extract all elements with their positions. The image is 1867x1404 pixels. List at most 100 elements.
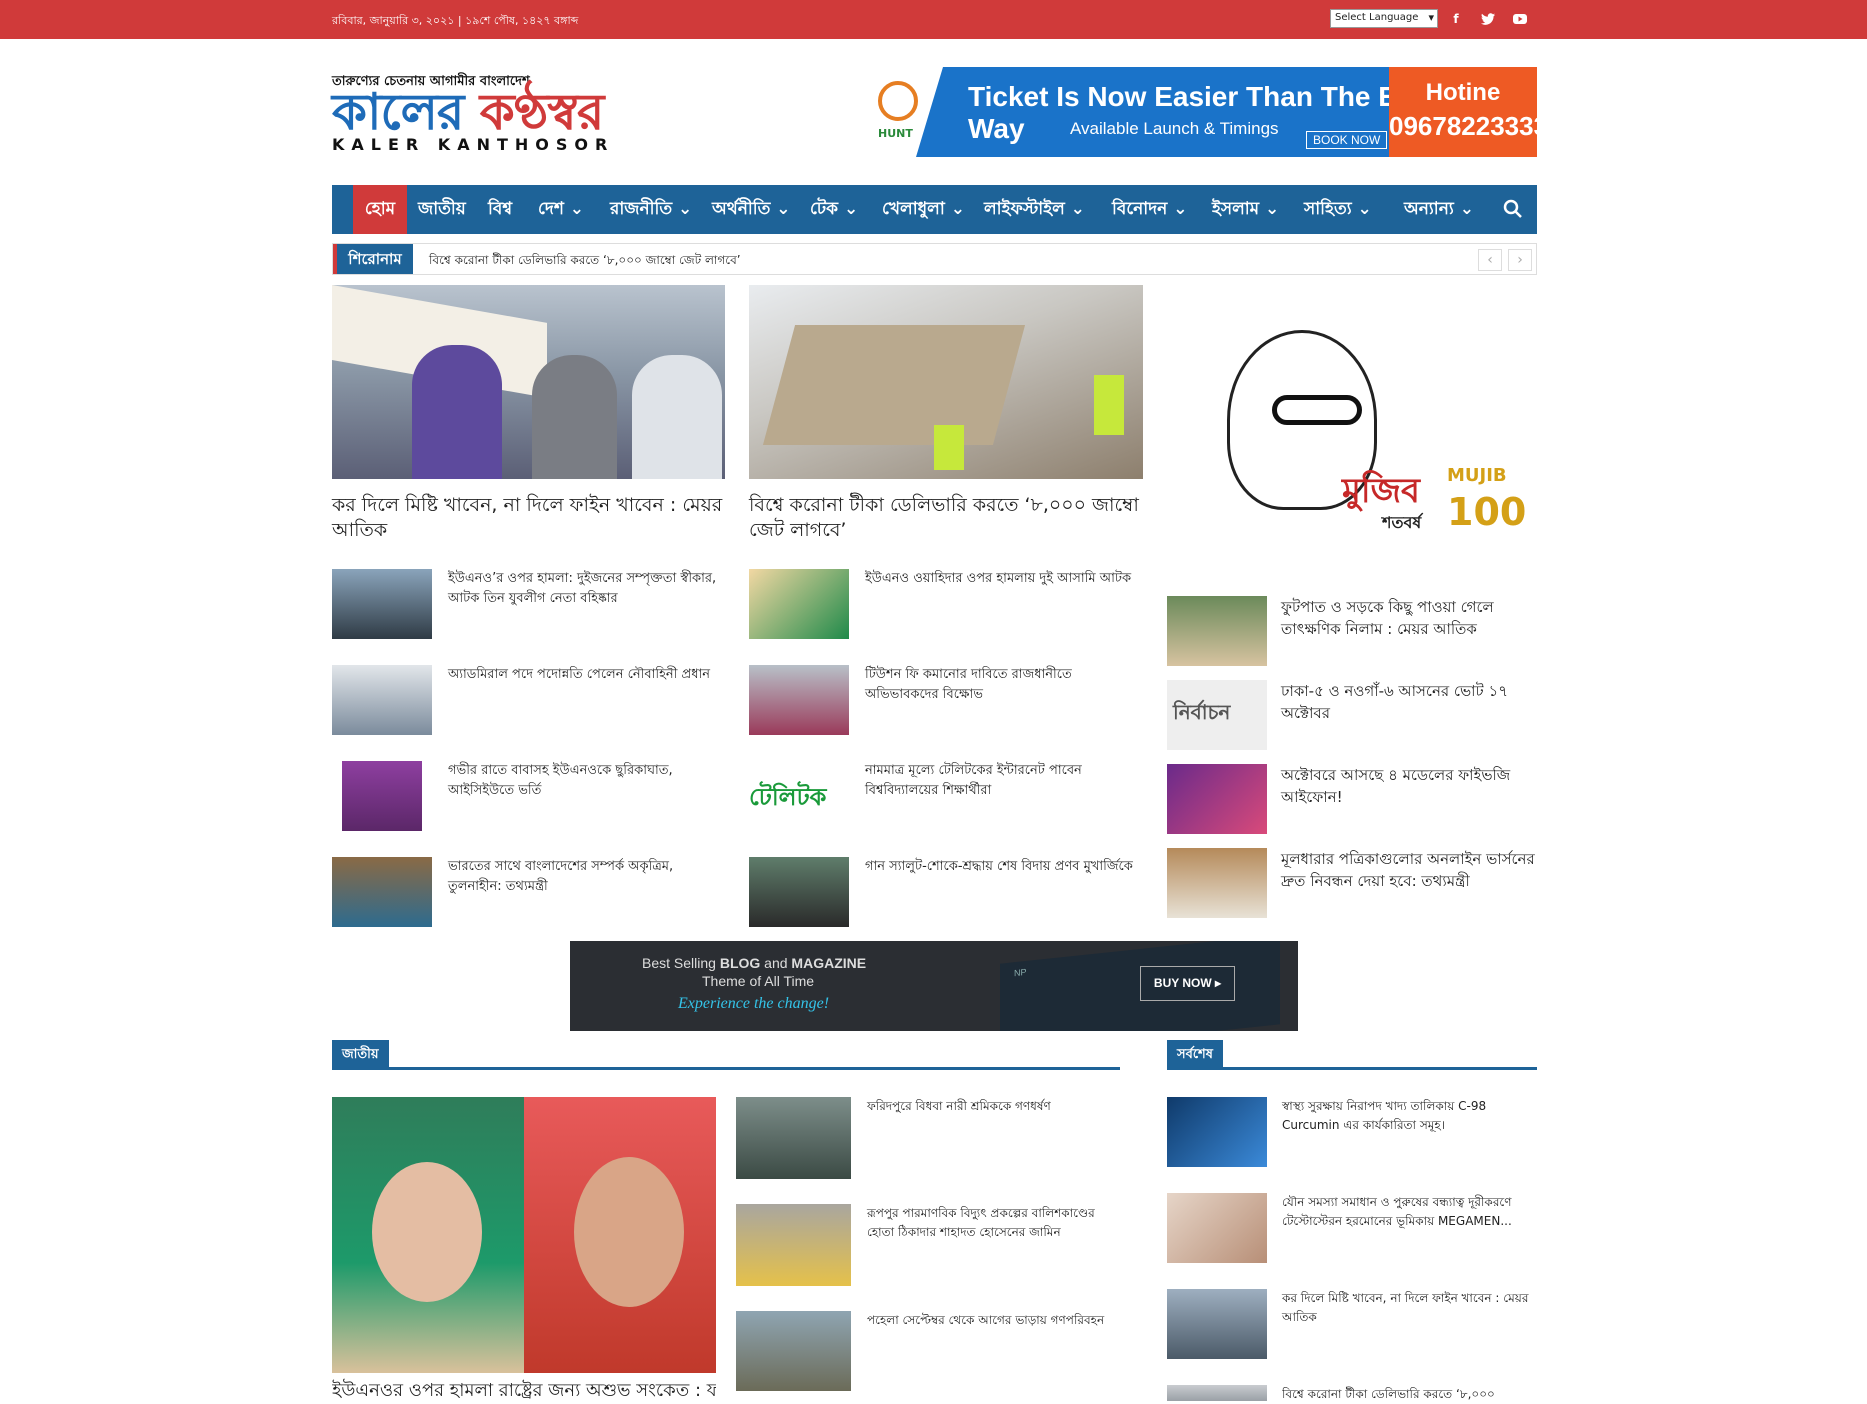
thumb-col2-4[interactable]: [749, 857, 849, 927]
section-label-latest[interactable]: সর্বশেষ: [1167, 1040, 1223, 1070]
nav-item-tech[interactable]: টেক ⌄: [810, 185, 858, 234]
worker-shape: [1094, 375, 1124, 435]
nav-item-national[interactable]: জাতীয়: [418, 185, 466, 234]
thumb-latest-3[interactable]: [1167, 1289, 1267, 1359]
teletalk-logo: টেলিটক: [749, 783, 827, 811]
thumb-col1-1[interactable]: [332, 569, 432, 639]
list-title-national-3[interactable]: পহেলা সেপ্টেম্বর থেকে আগের ভাড়ায় গণপরি…: [867, 1311, 1120, 1330]
nav-item-islam[interactable]: ইসলাম ⌄: [1212, 185, 1279, 234]
featured-title-1[interactable]: কর দিলে মিষ্টি খাবেন, না দিলে ফাইন খাবেন…: [332, 493, 725, 543]
site-logo[interactable]: কালের কণ্ঠস্বর: [332, 86, 604, 138]
ad-subline: Available Launch & Timings: [1070, 119, 1279, 138]
list-title-col2-2[interactable]: টিউশন ফি কমানোর দাবিতে রাজধানীতে অভিভাবক…: [865, 665, 1145, 705]
nav-item-country[interactable]: দেশ ⌄: [538, 185, 584, 234]
portrait-shape: [342, 761, 422, 831]
twitter-icon[interactable]: [1479, 10, 1497, 28]
compass-icon: [878, 81, 918, 121]
headline-ticker: শিরোনাম বিশ্বে করোনা টীকা ডেলিভারি করতে …: [332, 243, 1537, 275]
main-nav: হোম জাতীয় বিশ্ব দেশ ⌄ রাজনীতি ⌄ অর্থনীত…: [332, 185, 1537, 234]
thumb-latest-1[interactable]: [1167, 1097, 1267, 1167]
worker-shape: [934, 425, 964, 470]
nav-item-home[interactable]: হোম: [353, 185, 407, 234]
buy-now-button[interactable]: BUY NOW ▸: [1140, 966, 1235, 1001]
top-bar: রবিবার, জানুয়ারি ৩, ২০২১ | ১৯শে পৌষ, ১৪…: [0, 0, 1867, 39]
featured-image-2[interactable]: [749, 285, 1143, 479]
language-select[interactable]: Select Language ▾: [1330, 9, 1438, 28]
face-shape: [574, 1157, 684, 1307]
nav-item-entertainment[interactable]: বিনোদন ⌄: [1112, 185, 1187, 234]
mujib-english-text: MUJIB: [1447, 465, 1507, 486]
nav-item-sports[interactable]: খেলাধুলা ⌄: [882, 185, 965, 234]
thumb-col2-2[interactable]: [749, 665, 849, 735]
hotline-label: Hotine: [1425, 79, 1501, 106]
list-title-latest-3[interactable]: কর দিলে মিষ্টি খাবেন, না দিলে ফাইন খাবেন…: [1282, 1289, 1537, 1327]
nav-item-economy[interactable]: অর্থনীতি ⌄: [712, 185, 791, 234]
list-title-col1-4[interactable]: ভারতের সাথে বাংলাদেশের সম্পর্ক অকৃত্রিম,…: [448, 857, 728, 897]
thumb-col3-2[interactable]: নির্বাচন: [1167, 680, 1267, 750]
top-advertisement[interactable]: HUNT Ticket Is Now Easier Than The Easie…: [808, 67, 1537, 157]
youtube-icon[interactable]: [1511, 10, 1529, 28]
preview-np-logo: NP: [1014, 966, 1027, 979]
ad-line-3: Experience the change!: [678, 995, 830, 1012]
ticker-next-button[interactable]: ›: [1508, 249, 1532, 271]
national-big-image[interactable]: [332, 1097, 716, 1373]
thumb-col2-3[interactable]: টেলিটক: [749, 761, 849, 831]
list-title-col3-3[interactable]: অক্টোবরে আসছে ৪ মডেলের ফাইভজি আইফোন!: [1281, 764, 1537, 808]
thumb-latest-2[interactable]: [1167, 1193, 1267, 1263]
featured-image-1[interactable]: [332, 285, 725, 479]
national-big-title[interactable]: ইউএনওর ওপর হামলা রাষ্ট্রের জন্য অশুভ সংক…: [332, 1378, 716, 1403]
list-title-col2-1[interactable]: ইউএনও ওয়াহিদার ওপর হামলায় দুই আসামি আট…: [865, 569, 1145, 589]
ticker-text[interactable]: বিশ্বে করোনা টীকা ডেলিভারি করতে ‘৮,০০০ জ…: [429, 252, 741, 272]
thumb-col3-3[interactable]: [1167, 764, 1267, 834]
section-label-national[interactable]: জাতীয়: [332, 1040, 389, 1070]
person-shape: [632, 355, 722, 479]
list-title-col3-4[interactable]: মূলধারার পত্রিকাগুলোর অনলাইন ভার্সনের দ্…: [1281, 848, 1537, 892]
facebook-icon[interactable]: f: [1447, 10, 1465, 28]
language-select-label: Select Language: [1335, 12, 1419, 23]
thumb-national-1[interactable]: [736, 1097, 851, 1179]
mujib-centenary-banner[interactable]: মুজিব MUJIB শতবর্ষ 100: [1167, 300, 1537, 560]
list-title-col1-2[interactable]: অ্যাডমিরাল পদে পদোন্নতি পেলেন নৌবাহিনী প…: [448, 665, 728, 685]
ad-line-1: Best Selling BLOG and MAGAZINE: [642, 955, 866, 971]
list-title-col1-1[interactable]: ইউএনও’র ওপর হামলা: দুইজনের সম্পৃক্ততা স্…: [448, 569, 728, 609]
list-title-national-2[interactable]: রূপপুর পারমাণবিক বিদ্যুৎ প্রকল্পের বালিশ…: [867, 1204, 1120, 1242]
thumb-col3-4[interactable]: [1167, 848, 1267, 918]
nav-item-lifestyle[interactable]: লাইফস্টাইল ⌄: [984, 185, 1085, 234]
ad-line-2: Theme of All Time: [702, 973, 815, 989]
glasses-icon: [1272, 395, 1362, 425]
nav-item-world[interactable]: বিশ্ব: [488, 185, 512, 234]
thumb-col1-2[interactable]: [332, 665, 432, 735]
ticker-label: শিরোনাম: [333, 244, 413, 274]
cargo-hold-shape: [762, 325, 1026, 445]
hunt-logo: HUNT: [808, 67, 943, 157]
list-title-col1-3[interactable]: গভীর রাতে বাবাসহ ইউএনওকে ছুরিকাঘাত, আইসি…: [448, 761, 728, 801]
thumb-national-3[interactable]: [736, 1311, 851, 1391]
thumb-national-2[interactable]: [736, 1204, 851, 1286]
thumb-col1-4[interactable]: [332, 857, 432, 927]
list-title-national-1[interactable]: ফরিদপুরে বিধবা নারী শ্রমিককে গণধর্ষণ: [867, 1097, 1120, 1116]
section-header-national: জাতীয়: [332, 1040, 1120, 1070]
thumb-latest-4[interactable]: [1167, 1385, 1267, 1401]
thumb-col3-1[interactable]: [1167, 596, 1267, 666]
search-icon[interactable]: [1502, 198, 1524, 220]
book-now-button[interactable]: BOOK NOW: [1306, 131, 1388, 149]
list-title-latest-1[interactable]: স্বাস্থ্য সুরক্ষায় নিরাপদ খাদ্য তালিকায…: [1282, 1097, 1537, 1135]
nav-item-politics[interactable]: রাজনীতি ⌄: [610, 185, 692, 234]
list-title-latest-4[interactable]: বিশ্বে করোনা টীকা ডেলিভারি করতে ‘৮,০০০: [1282, 1385, 1537, 1404]
list-title-col2-4[interactable]: গান স্যালুট-শোকে-শ্রদ্ধায় শেষ বিদায় প্…: [865, 857, 1145, 877]
list-title-col3-1[interactable]: ফুটপাত ও সড়কে কিছু পাওয়া গেলে তাৎক্ষণি…: [1281, 596, 1537, 640]
featured-title-2[interactable]: বিশ্বে করোনা টীকা ডেলিভারি করতে ‘৮,০০০ জ…: [749, 493, 1143, 543]
hunt-logo-text: HUNT: [878, 127, 913, 140]
nav-item-others[interactable]: অন্যান্য ⌄: [1404, 185, 1474, 234]
ticker-prev-button[interactable]: ‹: [1478, 249, 1502, 271]
list-title-col2-3[interactable]: নামমাত্র মূল্যে টেলিটকের ইন্টারনেট পাবেন…: [865, 761, 1145, 801]
list-title-col3-2[interactable]: ঢাকা-৫ ও নওগাঁ-৬ আসনের ভোট ১৭ অক্টোবর: [1281, 680, 1537, 724]
person-shape: [412, 345, 502, 479]
thumb-col2-1[interactable]: [749, 569, 849, 639]
chevron-down-icon: ▾: [1428, 11, 1434, 24]
logo-name-part-a: কালের: [332, 82, 480, 141]
thumb-col1-3[interactable]: [332, 761, 432, 831]
theme-advertisement[interactable]: Best Selling BLOG and MAGAZINE Theme of …: [570, 941, 1298, 1031]
list-title-latest-2[interactable]: যৌন সমস্যা সমাধান ও পুরুষের বন্ধ্যাত্ব দ…: [1282, 1193, 1537, 1231]
nav-item-literature[interactable]: সাহিত্য ⌄: [1304, 185, 1372, 234]
